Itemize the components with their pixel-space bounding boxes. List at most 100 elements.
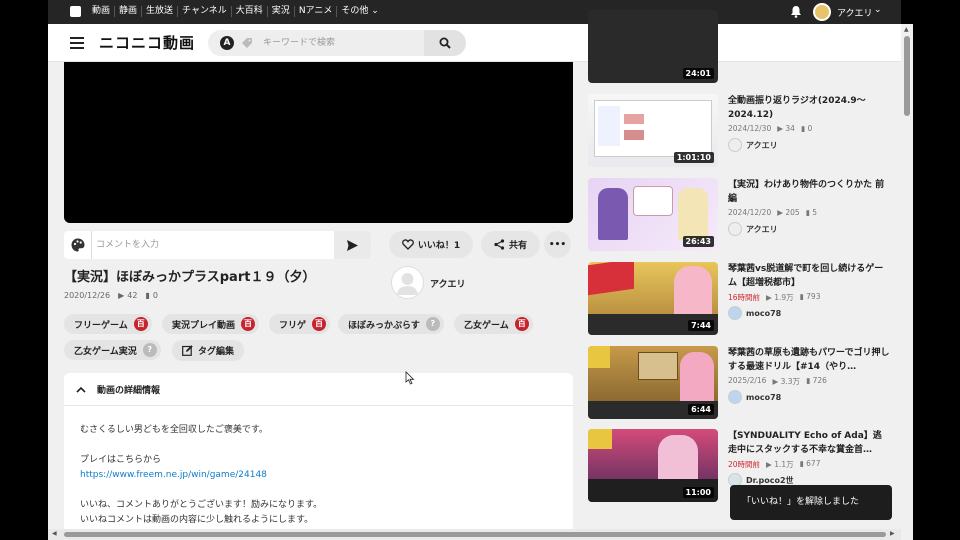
owner-avatar[interactable] <box>391 266 424 299</box>
dic-badge-icon[interactable]: 百 <box>133 317 148 331</box>
tag-label: ほぼみっかぷらす <box>348 320 420 331</box>
video-thumbnail[interactable]: 7:44 <box>588 262 718 335</box>
send-comment-button[interactable] <box>334 231 371 259</box>
description: むさくるしい男どもを全回収したご褒美です。 プレイはこちらから https://… <box>80 423 322 528</box>
dic-badge-icon[interactable]: ? <box>425 317 440 331</box>
video-thumbnail[interactable]: 24:01 <box>588 10 718 83</box>
horizontal-scrollbar[interactable]: ◀ ▶ <box>48 529 901 540</box>
dic-badge-icon[interactable]: ? <box>142 343 157 357</box>
post-date: 2020/12/26 <box>64 291 111 300</box>
related-date: 16時間前 <box>728 293 761 302</box>
scroll-thumb[interactable] <box>904 36 910 116</box>
comment-icon: ▮ 793 <box>799 292 821 301</box>
search-input[interactable] <box>263 33 423 53</box>
nav-seiga[interactable]: 静画 <box>115 6 143 17</box>
video-thumbnail[interactable]: 1:01:10 <box>588 94 718 167</box>
tag-label: 乙女ゲーム <box>464 320 509 331</box>
tag-item[interactable]: 実況プレイ動画百 <box>162 314 260 334</box>
tag-item[interactable]: 乙女ゲーム百 <box>454 314 533 334</box>
nav-dic[interactable]: 大百科 <box>232 6 268 17</box>
scroll-up-arrow-icon[interactable]: ▲ <box>904 26 909 33</box>
niconico-logo-icon[interactable] <box>70 6 81 17</box>
related-author[interactable]: moco78 <box>728 390 781 404</box>
video-thumbnail[interactable]: 26:43 <box>588 178 718 251</box>
palette-icon[interactable] <box>70 237 86 253</box>
share-icon <box>494 239 505 250</box>
tag-label: フリゲ <box>279 320 307 331</box>
details-heading: 動画の詳細情報 <box>97 386 161 396</box>
author-name: アクエリ <box>746 140 778 150</box>
dic-badge-icon[interactable]: 百 <box>312 317 327 331</box>
description-line: いいねコメントは動画の内容に少し触れるようにします。 <box>80 515 314 525</box>
game-link[interactable]: https://www.freem.ne.jp/win/game/24148 <box>80 470 267 480</box>
vertical-scrollbar[interactable]: ▲ <box>901 24 913 540</box>
nav-douga[interactable]: 動画 <box>88 6 116 17</box>
related-date: 2024/12/20 <box>728 208 772 217</box>
divider <box>91 231 92 259</box>
chevron-up-icon[interactable] <box>76 385 86 395</box>
video-thumbnail[interactable]: 6:44 <box>588 346 718 419</box>
comment-input[interactable] <box>96 235 326 255</box>
related-title[interactable]: 琴葉茜vs脱道解で町を回し続けるゲーム【超増税都市】 <box>728 262 890 290</box>
default-avatar-icon <box>397 273 418 295</box>
related-author[interactable]: アクエリ <box>728 138 778 152</box>
scroll-right-arrow-icon[interactable]: ▶ <box>890 530 895 537</box>
scroll-left-arrow-icon[interactable]: ◀ <box>52 530 57 537</box>
duration-badge: 6:44 <box>688 404 714 415</box>
dic-badge-icon[interactable]: 百 <box>241 317 256 331</box>
related-author[interactable]: アクエリ <box>728 222 778 236</box>
tag-label: 実況プレイ動画 <box>172 320 236 331</box>
site-brand-logo[interactable]: ニコニコ動画 <box>99 32 195 53</box>
dic-badge-icon[interactable]: 百 <box>514 317 529 331</box>
tag-item[interactable]: フリゲ百 <box>269 314 331 334</box>
nav-channel[interactable]: チャンネル <box>178 6 232 17</box>
comment-bar <box>64 231 371 259</box>
related-video-item[interactable]: 24:01 <box>588 10 888 86</box>
related-video-item[interactable]: 1:01:10 全動画振り返りラジオ(2024.9～2024.12) 2024/… <box>588 94 888 170</box>
nav-jikkyo[interactable]: 実況 <box>268 6 295 17</box>
related-meta: 20時間前 ▶ 1.1万 ▮ 677 <box>728 459 820 470</box>
nav-nanime[interactable]: Nアニメ <box>295 6 338 17</box>
owner-name[interactable]: アクエリ <box>430 277 466 290</box>
edit-icon <box>182 345 193 356</box>
details-header[interactable]: 動画の詳細情報 <box>64 373 573 406</box>
description-line <box>80 483 322 498</box>
related-video-item[interactable]: 26:43 【実況】わけあり物件のつくりかた 前編 2024/12/20 ▶ 20… <box>588 178 888 254</box>
related-title[interactable]: 全動画振り返りラジオ(2024.9～2024.12) <box>728 94 890 122</box>
tag-edit-button[interactable]: タグ編集 <box>172 340 245 361</box>
duration-badge: 26:43 <box>682 236 714 247</box>
author-name: Dr.poco2世 <box>746 475 794 485</box>
share-button[interactable]: 共有 <box>481 231 540 258</box>
nav-live[interactable]: 生放送 <box>142 6 179 17</box>
related-comments: 5 <box>812 208 818 217</box>
tag-mode-icon[interactable] <box>241 37 253 49</box>
tag-item[interactable]: ほぼみっかぷらす? <box>338 314 444 334</box>
related-title[interactable]: 琴葉茜の草原も遺跡もパワーでゴリ押しする最速ドリル【#14（やり… <box>728 346 890 374</box>
related-title[interactable]: 【SYNDUALITY Echo of Ada】逃走中にスタックする不幸な賞金首… <box>728 429 890 457</box>
tag-item[interactable]: 乙女ゲーム実況? <box>64 340 161 360</box>
scroll-thumb[interactable] <box>64 532 886 537</box>
comment-count: ▮ 0 <box>145 291 158 300</box>
description-line: プレイはこちらから <box>80 455 162 465</box>
send-icon <box>347 240 358 251</box>
page: 動画 静画 生放送 チャンネル 大百科 実況 Nアニメ その他 ⌄ アクエリ ⌄… <box>48 0 901 540</box>
author-name: アクエリ <box>746 224 778 234</box>
search-icon <box>439 37 451 49</box>
related-title[interactable]: 【実況】わけあり物件のつくりかた 前編 <box>728 178 890 206</box>
video-thumbnail[interactable]: 11:00 <box>588 429 718 502</box>
related-video-item[interactable]: 6:44 琴葉茜の草原も遺跡もパワーでゴリ押しする最速ドリル【#14（やり… 2… <box>588 346 890 422</box>
share-label: 共有 <box>508 241 527 251</box>
related-author[interactable]: moco78 <box>728 306 781 320</box>
description-line: いいね、コメントありがとうございます！励みになります。 <box>80 500 323 510</box>
hamburger-menu-icon[interactable] <box>70 37 84 49</box>
like-button[interactable]: いいね！1 <box>389 231 473 258</box>
video-player[interactable] <box>64 62 573 223</box>
more-options-button[interactable]: ••• <box>544 231 571 258</box>
tag-label: 乙女ゲーム実況 <box>74 346 137 357</box>
author-name: moco78 <box>746 308 782 318</box>
keyword-mode-icon[interactable]: A <box>220 36 234 50</box>
nav-more[interactable]: その他 ⌄ <box>337 6 382 17</box>
tag-item[interactable]: フリーゲーム百 <box>64 314 152 334</box>
search-button[interactable] <box>424 30 466 56</box>
related-video-item[interactable]: 7:44 琴葉茜vs脱道解で町を回し続けるゲーム【超増税都市】 16時間前 ▶ 1… <box>588 262 888 338</box>
